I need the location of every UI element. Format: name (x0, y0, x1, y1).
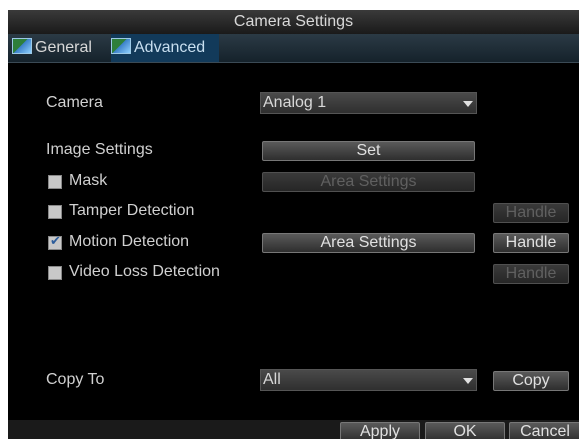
motion-handle-button[interactable]: Handle (493, 233, 569, 253)
tamper-detection-checkbox[interactable] (48, 205, 62, 219)
chevron-down-icon (463, 101, 473, 107)
motion-detection-label: Motion Detection (69, 233, 190, 250)
mask-label: Mask (69, 172, 108, 189)
window-title: Camera Settings (8, 10, 579, 34)
video-loss-detection-label: Video Loss Detection (69, 263, 220, 280)
copy-to-label: Copy To (46, 371, 105, 388)
camera-settings-icon (111, 38, 131, 54)
video-loss-detection-checkbox[interactable] (48, 266, 62, 280)
tab-advanced[interactable]: Advanced (111, 34, 219, 62)
tamper-detection-label: Tamper Detection (69, 202, 195, 219)
camera-label: Camera (46, 94, 103, 111)
camera-settings-window: Camera Settings General Advanced Camera … (8, 10, 579, 439)
tab-general-label: General (35, 39, 92, 56)
mask-checkbox[interactable] (48, 175, 62, 189)
camera-select-value: Analog 1 (263, 94, 327, 111)
video-loss-handle-button[interactable]: Handle (493, 264, 569, 284)
copy-to-select[interactable]: All (260, 369, 477, 391)
motion-area-settings-button[interactable]: Area Settings (262, 233, 475, 253)
tab-advanced-label: Advanced (134, 39, 206, 56)
image-settings-label: Image Settings (46, 141, 153, 158)
set-button[interactable]: Set (262, 141, 475, 161)
copy-button[interactable]: Copy (493, 371, 569, 391)
checkmark-icon: ✔ (50, 233, 61, 248)
camera-settings-icon (12, 38, 32, 54)
cancel-button[interactable]: Cancel (509, 422, 579, 439)
tab-bar: General Advanced (8, 34, 579, 63)
ok-button[interactable]: OK (425, 422, 505, 439)
copy-to-select-value: All (263, 371, 281, 388)
apply-button[interactable]: Apply (340, 422, 420, 439)
tamper-handle-button[interactable]: Handle (493, 203, 569, 223)
tab-general[interactable]: General (12, 34, 113, 62)
motion-detection-checkbox[interactable]: ✔ (48, 233, 62, 250)
mask-area-settings-button[interactable]: Area Settings (262, 172, 475, 192)
chevron-down-icon (463, 378, 473, 384)
camera-select[interactable]: Analog 1 (260, 92, 477, 114)
